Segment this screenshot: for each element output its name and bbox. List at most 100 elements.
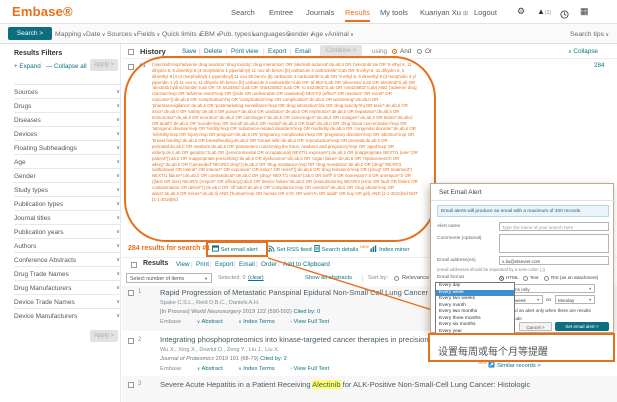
user-menu[interactable]: Kuanyan Xu ⊞ <box>420 8 468 17</box>
sidebar-item-device-manufacturers[interactable]: Device Manufacturers∨ <box>14 308 120 322</box>
sidebar-item-drug-manufacturers[interactable]: Drug Manufacturers∨ <box>14 280 120 294</box>
menu-ebm[interactable]: EBM ∨ <box>200 31 220 38</box>
sidebar-item-floating-subheadings[interactable]: Floating Subheadings∨ <box>14 140 120 154</box>
collapse-all-filters-link[interactable]: — Collapse all <box>46 63 87 70</box>
sidebar-item-age[interactable]: Age∨ <box>14 154 120 168</box>
search-tips-link[interactable]: Search tips ∨ <box>570 31 609 38</box>
sidebar-item-device-trade-names[interactable]: Device Trade Names∨ <box>14 294 120 308</box>
chevron-down-icon: ∨ <box>116 271 120 277</box>
format-text-radio[interactable] <box>523 276 528 281</box>
show-all-abstracts-link[interactable]: Show all abstracts <box>305 275 352 281</box>
menu-quick-limits[interactable]: Quick limits ∨ <box>162 31 202 38</box>
sidebar-item-conference-abstracts[interactable]: Conference Abstracts∨ <box>14 252 120 266</box>
menu-sources[interactable]: Sources ∨ <box>107 31 137 38</box>
dialog-cancel-button[interactable]: Cancel > <box>519 322 552 331</box>
sidebar-item-publication-years[interactable]: Publication years∨ <box>14 224 120 238</box>
history-select-all-checkbox[interactable] <box>128 49 134 55</box>
sidebar-item-gender[interactable]: Gender∨ <box>14 168 120 182</box>
only-when-results-label: Send an alert only when there are result… <box>507 308 613 313</box>
menu-languages[interactable]: Languages ∨ <box>252 31 291 38</box>
add-to-clipboard-link[interactable]: Add to Clipboard <box>283 261 330 268</box>
result-1-abstract-toggle[interactable]: ∨ Abstract <box>197 319 223 325</box>
sidebar-item-drug-trade-names[interactable]: Drug Trade Names∨ <box>14 266 120 280</box>
history-print-view-link[interactable]: Print view <box>231 48 258 55</box>
sidebar-item-sources[interactable]: Sources∨ <box>14 84 120 98</box>
sort-relevance-radio[interactable] <box>394 276 399 281</box>
result-1-checkbox[interactable] <box>128 290 134 296</box>
results-select-all-checkbox[interactable] <box>131 262 137 268</box>
combine-and-radio[interactable] <box>392 49 397 54</box>
combine-or-label: Or <box>425 48 432 55</box>
history-email-link[interactable]: Email <box>295 48 311 55</box>
nav-search[interactable]: Search <box>231 8 255 17</box>
nav-emtree[interactable]: Emtree <box>269 8 293 17</box>
nav-journals[interactable]: Journals <box>306 8 334 17</box>
history-export-link[interactable]: Export <box>268 48 286 55</box>
sidebar-item-drugs[interactable]: Drugs∨ <box>14 98 120 112</box>
results-export-link[interactable]: Export <box>215 261 233 268</box>
combine-or-radio[interactable] <box>417 49 422 54</box>
alert-name-input[interactable]: Type the name of your search here <box>499 222 609 231</box>
apply-filters-button-top[interactable]: Apply > <box>90 59 118 71</box>
apps-grid-icon[interactable]: ▦ <box>580 6 589 17</box>
similar-records-button[interactable]: NEW Similar records > <box>478 361 541 370</box>
sidebar-item-devices[interactable]: Devices∨ <box>14 126 120 140</box>
collapse-history-link[interactable]: ∧ Collapse <box>568 48 598 55</box>
format-html-radio[interactable] <box>499 276 504 281</box>
sidebar-item-journal-titles[interactable]: Journal titles∨ <box>14 210 120 224</box>
result-2-abstract-toggle[interactable]: ∨ Abstract <box>197 366 223 372</box>
sidebar-item-study-types[interactable]: Study types∨ <box>14 182 120 196</box>
menu-pub-types[interactable]: Pub. types ∨ <box>219 31 256 38</box>
history-row-checkbox[interactable] <box>128 64 134 70</box>
set-rss-feed-button[interactable]: Set RSS feed <box>268 245 312 254</box>
result-2-citedby[interactable]: Cited by: 2 <box>260 356 287 362</box>
clear-selection-link[interactable]: (clear) <box>248 275 264 281</box>
sidebar-item-diseases[interactable]: Diseases∨ <box>14 112 120 126</box>
nav-results[interactable]: Results <box>345 8 370 22</box>
history-clock-icon[interactable] <box>560 6 569 24</box>
result-2-links: Embase ∨ Abstract ∨ Index Terms › View F… <box>160 366 329 372</box>
document-icon <box>314 245 320 254</box>
embase-logo[interactable]: Embase® <box>12 4 73 19</box>
result-2-view-full-text-link[interactable]: › View Full Text <box>290 366 329 372</box>
results-email-link[interactable]: Email <box>239 261 255 268</box>
search-menu-button[interactable]: Search > <box>8 27 52 40</box>
result-1-citedby[interactable]: Cited by: 0 <box>293 309 320 315</box>
menu-date[interactable]: Date ∨ <box>86 31 105 38</box>
menu-age[interactable]: Age ∨ <box>311 31 328 38</box>
alerts-bell-icon[interactable]: ▲(1) <box>537 7 551 16</box>
email-addresses-input[interactable]: x.liu@elsevier.com <box>499 256 609 265</box>
comments-textarea[interactable] <box>499 234 609 253</box>
logout-link[interactable]: Logout <box>474 8 497 17</box>
chevron-down-icon: ∨ <box>116 159 120 165</box>
items-per-page-select[interactable]: Select number of items▼ <box>126 273 212 283</box>
result-2-checkbox[interactable] <box>128 338 134 344</box>
menu-mapping[interactable]: Mapping ∨ <box>55 31 86 38</box>
sidebar-item-publication-types[interactable]: Publication types∨ <box>14 196 120 210</box>
menu-gender[interactable]: Gender ∨ <box>286 31 314 38</box>
history-save-link[interactable]: Save <box>182 48 196 55</box>
expand-filters-link[interactable]: + Expand <box>14 63 41 70</box>
gear-icon[interactable]: ⚙ <box>517 6 525 17</box>
search-details-button[interactable]: Search details <box>314 245 358 254</box>
results-order-link[interactable]: Order <box>261 261 277 268</box>
history-delete-link[interactable]: Delete <box>204 48 222 55</box>
menu-fields[interactable]: Fields ∨ <box>137 31 160 38</box>
dialog-submit-button[interactable]: Set email alert > <box>555 322 609 331</box>
result-1-index-terms-toggle[interactable]: ∨ Index Terms <box>238 319 274 325</box>
results-print-link[interactable]: Print <box>196 261 209 268</box>
result-1-view-full-text-link[interactable]: › View Full Text <box>290 319 329 325</box>
history-row-result-count[interactable]: 284 <box>594 62 605 69</box>
index-miner-button[interactable]: NEW Index miner <box>360 245 409 254</box>
result-2-index-terms-toggle[interactable]: ∨ Index Terms <box>238 366 274 372</box>
result-1-db: Embase <box>160 319 181 325</box>
menu-animal[interactable]: Animal ∨ <box>328 31 354 38</box>
format-ris-radio[interactable] <box>544 276 549 281</box>
result-3-checkbox[interactable] <box>128 382 134 388</box>
frequency-day-select[interactable]: Monday▼ <box>555 295 595 304</box>
results-view-link[interactable]: View <box>176 261 190 268</box>
result-3-title[interactable]: Severe Acute Hepatitis in a Patient Rece… <box>160 380 614 389</box>
sidebar-item-authors[interactable]: Authors∨ <box>14 238 120 252</box>
nav-my-tools[interactable]: My tools <box>380 8 408 17</box>
apply-filters-button-bottom[interactable]: Apply > <box>90 330 118 342</box>
